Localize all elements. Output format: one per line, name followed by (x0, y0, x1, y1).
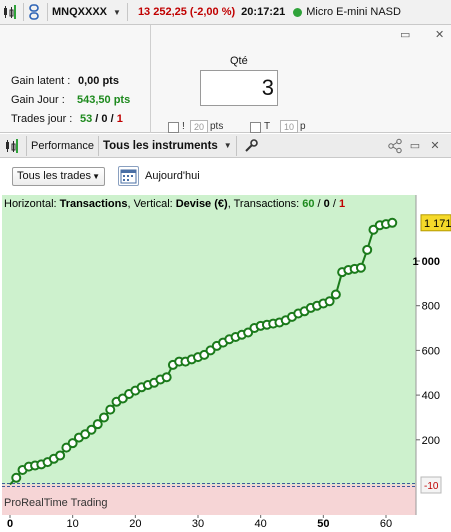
trades-zero: 0 (101, 113, 108, 125)
data-point (99, 412, 109, 423)
trades-win: 53 (80, 113, 93, 125)
trades-loss: 1 (116, 113, 123, 125)
gain-latent-row: Gain latent : 0,00 pts (11, 75, 119, 87)
last-value-text: 1 171 (424, 218, 451, 230)
data-point (387, 217, 398, 228)
performance-chart: Horizontal: Transactions, Vertical: Devise… (0, 195, 451, 532)
option-checkbox-1[interactable] (168, 122, 179, 133)
points-stepper-1[interactable]: 20 (190, 120, 208, 133)
y-tick-label: 200 (422, 435, 440, 447)
price-change: 13 252,25 (-2,00 %) (137, 6, 236, 18)
vertical-label: Vertical: (134, 198, 173, 210)
option-checkbox-2-label: T (264, 121, 271, 132)
trades-filter-value: Tous les trades (17, 170, 91, 182)
separator (97, 135, 99, 156)
x-tick-label: 60 (380, 518, 392, 530)
instrument-name: Micro E-mini NASD (306, 6, 401, 18)
x-tick-label: 0 (7, 518, 13, 530)
top-toolbar: MNQXXXX ▼ 13 252,25 (-2,00 %) 20:17:21 M… (0, 0, 451, 25)
points-unit-2: p (300, 121, 306, 132)
last-value-label: 1 171 (420, 214, 451, 232)
x-axis: 0 10 20 30 40 50 60 (7, 515, 392, 530)
symbol-selector[interactable]: MNQXXXX (52, 6, 107, 18)
data-point (330, 289, 341, 300)
close-icon[interactable]: ✕ (435, 28, 444, 41)
gain-jour-value: 543,50 pts (77, 94, 131, 106)
minimize-icon[interactable]: ▭ (400, 28, 410, 41)
points-stepper-2[interactable]: 10 (280, 120, 298, 133)
trades-jour-label: Trades jour : (11, 113, 73, 125)
x-tick-label: 30 (192, 518, 204, 530)
data-point (355, 262, 366, 273)
data-point (324, 296, 335, 307)
performance-tab[interactable]: Performance (31, 140, 94, 152)
candlestick-icon[interactable] (0, 2, 20, 22)
transactions-win: 60 (302, 198, 314, 210)
performance-toolbar: Performance Tous les instruments ▼ ▭ ✕ (0, 134, 451, 158)
data-point (362, 244, 373, 255)
trades-filter-select[interactable]: Tous les trades ▼ (12, 167, 105, 186)
data-point (11, 472, 22, 483)
quantity-input[interactable]: 3 (200, 70, 278, 106)
y-tick-label: 800 (422, 301, 440, 313)
candlestick-icon[interactable] (2, 136, 22, 156)
separator (26, 135, 27, 156)
market-status-icon (293, 7, 303, 17)
data-point (92, 419, 103, 430)
negative-value-label: -10 (420, 476, 442, 494)
horizontal-value: Transactions (60, 198, 128, 210)
negative-value-text: -10 (424, 481, 439, 492)
x-tick-label: 10 (67, 518, 79, 530)
x-tick-label: 40 (255, 518, 267, 530)
filter-row: Tous les trades ▼ Aujourd'hui (0, 158, 451, 195)
gain-latent-value: 0,00 pts (78, 75, 119, 87)
y-tick-label: 600 (422, 345, 440, 357)
gain-latent-label: Gain latent : (11, 75, 71, 87)
watermark: ProRealTime Trading (4, 497, 108, 509)
transactions-loss: 1 (339, 198, 345, 210)
calendar-icon[interactable] (118, 166, 139, 186)
positive-area (2, 195, 416, 485)
chevron-down-icon[interactable]: ▼ (113, 8, 121, 17)
horizontal-label: Horizontal: (4, 198, 57, 210)
points-unit-1: pts (210, 121, 224, 132)
chevron-down-icon[interactable]: ▼ (224, 141, 232, 150)
trades-jour-value: 53 / 0 / 1 (80, 113, 123, 125)
trades-jour-row: Trades jour : 53 / 0 / 1 (11, 113, 123, 125)
minimize-icon[interactable]: ▭ (405, 136, 425, 156)
y-tick-label: 1 000 (412, 256, 440, 268)
data-point (105, 404, 116, 415)
gain-jour-row: Gain Jour : 543,50 pts (11, 94, 130, 106)
link-icon[interactable] (24, 2, 44, 22)
instruments-dropdown[interactable]: Tous les instruments (103, 140, 218, 152)
gain-jour-label: Gain Jour : (11, 94, 65, 106)
panel-divider (150, 25, 151, 133)
vertical-value: Devise (€) (176, 198, 228, 210)
separator (126, 3, 128, 21)
quantity-label: Qté (230, 55, 248, 67)
chart-canvas: Horizontal: Transactions, Vertical: Devise… (2, 195, 451, 530)
y-axis: 200 400 600 800 1 000 (412, 256, 440, 447)
close-icon[interactable]: ✕ (425, 136, 445, 156)
chevron-down-icon: ▼ (92, 172, 100, 181)
data-point (55, 450, 66, 461)
x-tick-label: 50 (317, 518, 329, 530)
clock-time: 20:17:21 (241, 6, 286, 18)
separator (47, 3, 48, 21)
date-range-label[interactable]: Aujourd'hui (145, 170, 200, 182)
order-panel: ▭ ✕ Gain latent : 0,00 pts Gain Jour : 5… (0, 25, 451, 133)
y-tick-label: 400 (422, 390, 440, 402)
data-point (161, 372, 172, 383)
wrench-icon[interactable] (241, 136, 261, 156)
x-tick-label: 20 (129, 518, 141, 530)
share-icon[interactable] (385, 136, 405, 156)
option-checkbox-1-label: ! (182, 121, 185, 132)
option-checkbox-2[interactable] (250, 122, 261, 133)
separator (235, 135, 237, 156)
transactions-label: Transactions: (234, 198, 300, 210)
